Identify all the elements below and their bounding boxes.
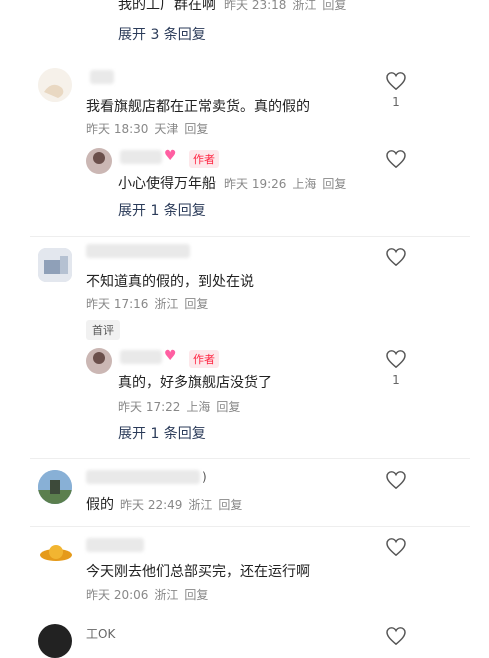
reply-link[interactable]: 回复 (322, 177, 346, 191)
pink-heart-icon: ♥ (164, 148, 177, 164)
username-blurred[interactable] (86, 244, 190, 258)
avatar-image (40, 545, 72, 561)
avatar-image (38, 248, 72, 282)
reply-text: 小心使得万年船 (118, 176, 216, 192)
heart-outline-icon (386, 150, 406, 169)
pink-heart-icon: ♥ (164, 348, 177, 364)
avatar[interactable] (86, 348, 112, 374)
avatar-image (38, 470, 72, 504)
comment-text: 今天刚去他们总部买完，还在运行啊 (86, 564, 310, 580)
comment-text: 假的 (86, 497, 114, 513)
like-count: 1 (392, 373, 400, 387)
like-button[interactable] (386, 150, 406, 172)
comment-meta: 昨天 17:16 浙江 回复 (86, 297, 209, 311)
reply-meta: 昨天 17:22 上海 回复 (118, 400, 241, 414)
first-comment-badge: 首评 (86, 320, 120, 340)
avatar[interactable] (38, 624, 72, 658)
divider (30, 458, 470, 459)
reply-link[interactable]: 回复 (184, 297, 208, 311)
username-partial[interactable]: 工OK (86, 625, 115, 642)
like-button[interactable] (386, 72, 406, 94)
divider (30, 236, 470, 237)
comment-meta: 昨天 18:30 天津 回复 (86, 122, 209, 136)
avatar[interactable] (38, 470, 72, 504)
reply-link[interactable]: 回复 (216, 400, 240, 414)
username-blurred[interactable] (90, 70, 114, 84)
heart-outline-icon (386, 471, 406, 490)
expand-replies-link[interactable]: 展开 1 条回复 (118, 423, 206, 443)
expand-replies-link[interactable]: 展开 3 条回复 (118, 24, 206, 44)
like-button[interactable] (386, 350, 406, 372)
username-tail: ) (202, 470, 207, 484)
reply-text: 真的，好多旗舰店没货了 (118, 375, 272, 391)
comment-text: 不知道真的假的，到处在说 (86, 274, 254, 290)
author-tag: 作者 (189, 350, 219, 368)
heart-outline-icon (386, 72, 406, 91)
avatar-image (86, 148, 112, 174)
heart-outline-icon (386, 248, 406, 267)
comment-meta: 昨天 22:49 浙江 回复 (120, 498, 243, 512)
like-button[interactable] (386, 471, 406, 493)
author-tag: 作者 (189, 150, 219, 168)
reply-meta: 昨天 19:26 上海 回复 (224, 177, 347, 191)
avatar[interactable] (38, 68, 72, 102)
like-count: 1 (392, 95, 400, 109)
avatar-image (86, 348, 112, 374)
heart-outline-icon (386, 538, 406, 557)
reply-link[interactable]: 回复 (184, 122, 208, 136)
avatar[interactable] (86, 148, 112, 174)
like-button[interactable] (386, 248, 406, 270)
divider (30, 526, 470, 527)
reply-link[interactable]: 回复 (322, 0, 346, 12)
username-blurred[interactable] (86, 538, 144, 552)
expand-replies-link[interactable]: 展开 1 条回复 (118, 200, 206, 220)
reply-text: 我的工厂群在啊 (118, 0, 216, 13)
like-button[interactable] (386, 538, 406, 560)
comment-text: 我看旗舰店都在正常卖货。真的假的 (86, 99, 310, 115)
username-blurred[interactable] (120, 150, 162, 164)
reply-meta: 昨天 23:18 浙江 回复 (224, 0, 347, 12)
avatar-image (38, 68, 72, 102)
username-blurred[interactable] (86, 470, 200, 484)
reply-link[interactable]: 回复 (184, 588, 208, 602)
avatar[interactable] (38, 248, 72, 282)
heart-outline-icon (386, 627, 406, 646)
username-blurred[interactable] (120, 350, 162, 364)
avatar[interactable] (38, 536, 74, 572)
reply-link[interactable]: 回复 (218, 498, 242, 512)
comment-meta: 昨天 20:06 浙江 回复 (86, 588, 209, 602)
heart-outline-icon (386, 350, 406, 369)
like-button[interactable] (386, 627, 406, 649)
